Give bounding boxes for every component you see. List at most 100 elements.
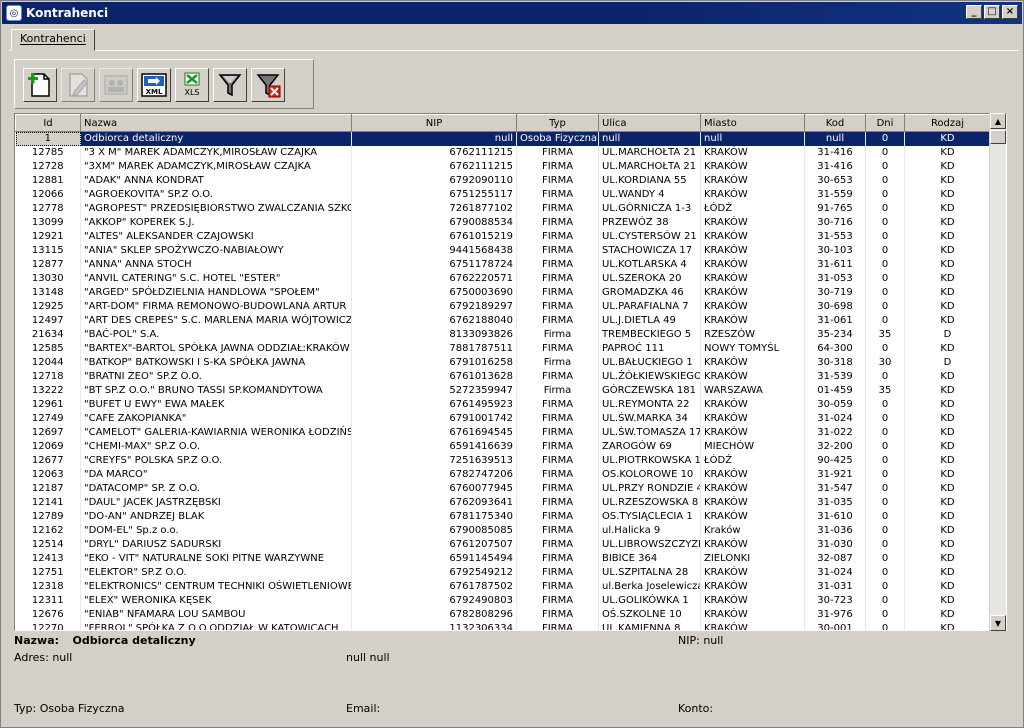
table-row[interactable]: 12585 "BARTEX"-BARTOL SPÓŁKA JAWNA ODDZIA… bbox=[15, 342, 991, 356]
cell-id: 13115 bbox=[15, 244, 81, 258]
scroll-down-icon[interactable]: ▼ bbox=[990, 615, 1006, 631]
cell-ulica: OS.KOLOROWE 10 bbox=[598, 468, 701, 482]
table-row[interactable]: 12676 "ENIAB" NFAMARA LOU SAMBOU 678280829… bbox=[15, 608, 991, 622]
table-row[interactable]: 12749 "CAFE ZAKOPIANKA" 6791001742 FIRMA UL.… bbox=[15, 412, 991, 426]
table-row[interactable]: 12881 "ADAK" ANNA KONDRAT 6792090110 FIRMA U… bbox=[15, 174, 991, 188]
table-row[interactable]: 12497 "ART DES CREPES" S.C. MARLENA MARIA… bbox=[15, 314, 991, 328]
table-row[interactable]: 12961 "BUFET U EWY" EWA MAŁEK 6761495923 FI… bbox=[15, 398, 991, 412]
cell-nip: 6792189297 bbox=[351, 300, 517, 314]
table-row[interactable]: 12514 "DRYL" DARIUSZ SADURSKI 6761207507 FI… bbox=[15, 538, 991, 552]
col-header-id[interactable]: Id bbox=[15, 114, 81, 132]
table-row[interactable]: 12063 "DA MARCO" 6782747206 FIRMA OS.KOLOROW… bbox=[15, 468, 991, 482]
cell-id: 12187 bbox=[15, 482, 81, 496]
table-row[interactable]: 13030 "ANVIL CATERING" S.C. HOTEL "ESTER"… bbox=[15, 272, 991, 286]
table-row[interactable]: 12925 "ART-DOM" FIRMA REMONOWO-BUDOWLANA … bbox=[15, 300, 991, 314]
cell-typ: FIRMA bbox=[516, 188, 599, 202]
table-row[interactable]: 12677 "CREYFS" POLSKA SP.Z O.O. 7251639513… bbox=[15, 454, 991, 468]
cell-id: 12881 bbox=[15, 174, 81, 188]
cell-miasto: KRAKÓW bbox=[700, 146, 805, 160]
cell-kod: 31-024 bbox=[804, 412, 866, 426]
cell-miasto: KRAKÓW bbox=[700, 230, 805, 244]
tab-kontrahenci[interactable]: Kontrahenci bbox=[11, 29, 95, 51]
col-header-nazwa[interactable]: Nazwa bbox=[80, 114, 352, 132]
table-row[interactable]: 21634 "BAĆ-POL" S.A. 8133093826 Firma TREMBE… bbox=[15, 328, 991, 342]
col-header-kod[interactable]: Kod bbox=[804, 114, 866, 132]
table-row[interactable]: 13148 "ARGED" SPÓŁDZIELNIA HANDLOWA "SPOŁ… bbox=[15, 286, 991, 300]
cell-typ: Osoba Fizyczna bbox=[516, 131, 599, 146]
col-header-typ[interactable]: Typ bbox=[516, 114, 599, 132]
table-row[interactable]: 12318 "ELEKTRONICS" CENTRUM TECHNIKI OŚWI… bbox=[15, 580, 991, 594]
close-button[interactable]: × bbox=[1002, 5, 1018, 19]
add-button[interactable] bbox=[23, 68, 57, 102]
cell-dni: 0 bbox=[865, 160, 905, 174]
cell-id: 12514 bbox=[15, 538, 81, 552]
export-xls-button[interactable]: XLS bbox=[175, 68, 209, 102]
table-row[interactable]: 12311 "ELEX" WERONIKA KĘSEK 6792490803 FIRM… bbox=[15, 594, 991, 608]
clear-filter-button[interactable] bbox=[251, 68, 285, 102]
scroll-up-icon[interactable]: ▲ bbox=[990, 113, 1006, 129]
cell-rodzaj: D bbox=[904, 356, 991, 370]
cell-rodzaj: KD bbox=[904, 510, 991, 524]
table-row[interactable]: 12162 "DOM-EL" Sp.z o.o. 6790085085 FIRMA ul… bbox=[15, 524, 991, 538]
cell-id: 12778 bbox=[15, 202, 81, 216]
table-row[interactable]: 12697 "CAMELOT" GALERIA-KAWIARNIA WERONIK… bbox=[15, 426, 991, 440]
col-header-ulica[interactable]: Ulica bbox=[598, 114, 701, 132]
contractors-grid[interactable]: Id Nazwa NIP Typ Ulica Miasto Kod Dni Ro… bbox=[14, 113, 1007, 631]
cell-typ: FIRMA bbox=[516, 468, 599, 482]
table-row[interactable]: 12728 "3XM" MAREK ADAMCZYK,MIROSŁAW CZAJK… bbox=[15, 160, 991, 174]
table-row[interactable]: 12789 "DO-AN" ANDRZEJ BLAK 6781175340 FIRMA… bbox=[15, 510, 991, 524]
minimize-button[interactable]: _ bbox=[966, 5, 982, 19]
cell-id: 12718 bbox=[15, 370, 81, 384]
detail-typ-value: Osoba Fizyczna bbox=[39, 702, 125, 715]
col-header-miasto[interactable]: Miasto bbox=[700, 114, 805, 132]
cell-typ: FIRMA bbox=[516, 398, 599, 412]
cell-miasto: KRAKÓW bbox=[700, 426, 805, 440]
table-row[interactable]: 12921 "ALTES" ALEKSANDER CZAJOWSKI 6761015… bbox=[15, 230, 991, 244]
cell-typ: FIRMA bbox=[516, 482, 599, 496]
cell-rodzaj: KD bbox=[904, 426, 991, 440]
cell-ulica: UL.GOLIKÓWKA 1 bbox=[598, 594, 701, 608]
table-row[interactable]: 13099 "AKKOP" KOPEREK S.J. 6790088534 FIRMA… bbox=[15, 216, 991, 230]
col-header-nip[interactable]: NIP bbox=[351, 114, 517, 132]
cell-nip: 6782808296 bbox=[351, 608, 517, 622]
cell-rodzaj: KD bbox=[904, 244, 991, 258]
cell-kod: 32-087 bbox=[804, 552, 866, 566]
table-row[interactable]: 12778 "AGROPEST" PRZEDSIĘBIORSTWO ZWALCZA… bbox=[15, 202, 991, 216]
cell-kod: 30-653 bbox=[804, 174, 866, 188]
cell-typ: FIRMA bbox=[516, 580, 599, 594]
table-row[interactable]: 12877 "ANNA" ANNA STOCH 6751178724 FIRMA UL.… bbox=[15, 258, 991, 272]
filter-button[interactable] bbox=[213, 68, 247, 102]
title-bar[interactable]: ◎ Kontrahenci _ □ × bbox=[2, 2, 1022, 24]
table-row[interactable]: 13115 "ANIA" SKLEP SPOŻYWCZO-NABIAŁOWY 944… bbox=[15, 244, 991, 258]
table-row[interactable]: 12751 "ELEKTOR" SP.Z O.O. 6792549212 FIRMA U… bbox=[15, 566, 991, 580]
table-row[interactable]: 12413 "EKO - VIT" NATURALNE SOKI PITNE WA… bbox=[15, 552, 991, 566]
vertical-scrollbar[interactable]: ▲ ▼ bbox=[989, 113, 1006, 631]
detail-typ-label: Typ: bbox=[14, 702, 37, 715]
cell-nip: 6762188040 bbox=[351, 314, 517, 328]
cell-dni: 0 bbox=[865, 314, 905, 328]
table-row[interactable]: 12044 "BATKOP" BATKOWSKI I S-KA SPÓŁKA JA… bbox=[15, 356, 991, 370]
table-row[interactable]: 12270 "FERROL" SPÓŁKA Z O.O.ODDZIAŁ W KAT… bbox=[15, 622, 991, 630]
col-header-dni[interactable]: Dni bbox=[865, 114, 905, 132]
maximize-button[interactable]: □ bbox=[984, 5, 1000, 19]
contacts-button[interactable] bbox=[99, 68, 133, 102]
edit-button[interactable] bbox=[61, 68, 95, 102]
cell-miasto: KRAKÓW bbox=[700, 510, 805, 524]
scroll-thumb[interactable] bbox=[990, 130, 1006, 144]
export-xml-button[interactable]: XML bbox=[137, 68, 171, 102]
table-row[interactable]: 13222 "BT SP.Z O.O." BRUNO TASSI SP.KOMAN… bbox=[15, 384, 991, 398]
table-row[interactable]: 12187 "DATACOMP" SP. Z O.O. 6760077945 FIRM… bbox=[15, 482, 991, 496]
cell-nazwa: "DO-AN" ANDRZEJ BLAK bbox=[80, 510, 352, 524]
cell-id: 12270 bbox=[15, 622, 81, 630]
cell-id: 12044 bbox=[15, 356, 81, 370]
table-row[interactable]: 12718 "BRATNI ZEO" SP.Z O.O. 6761013628 FIR… bbox=[15, 370, 991, 384]
table-row[interactable]: 12785 "3 X M" MAREK ADAMCZYK,MIROSŁAW CZA… bbox=[15, 146, 991, 160]
cell-dni: 0 bbox=[865, 496, 905, 510]
table-row[interactable]: 1 Odbiorca detaliczny null Osoba Fizyczna nu… bbox=[15, 131, 991, 146]
table-row[interactable]: 12069 "CHEMI-MAX" SP.Z O.O. 6591416639 FIRM… bbox=[15, 440, 991, 454]
table-row[interactable]: 12141 "DAUL" JACEK JASTRZĘBSKI 6762093641 F… bbox=[15, 496, 991, 510]
col-header-rodzaj[interactable]: Rodzaj bbox=[904, 114, 991, 132]
cell-nazwa: "BT SP.Z O.O." BRUNO TASSI SP.KOMANDYTOW… bbox=[80, 384, 352, 398]
cell-nazwa: "ART DES CREPES" S.C. MARLENA MARIA WÓJT… bbox=[80, 314, 352, 328]
table-row[interactable]: 12066 "AGROEKOVITA" SP.Z O.O. 6751255117 FI… bbox=[15, 188, 991, 202]
